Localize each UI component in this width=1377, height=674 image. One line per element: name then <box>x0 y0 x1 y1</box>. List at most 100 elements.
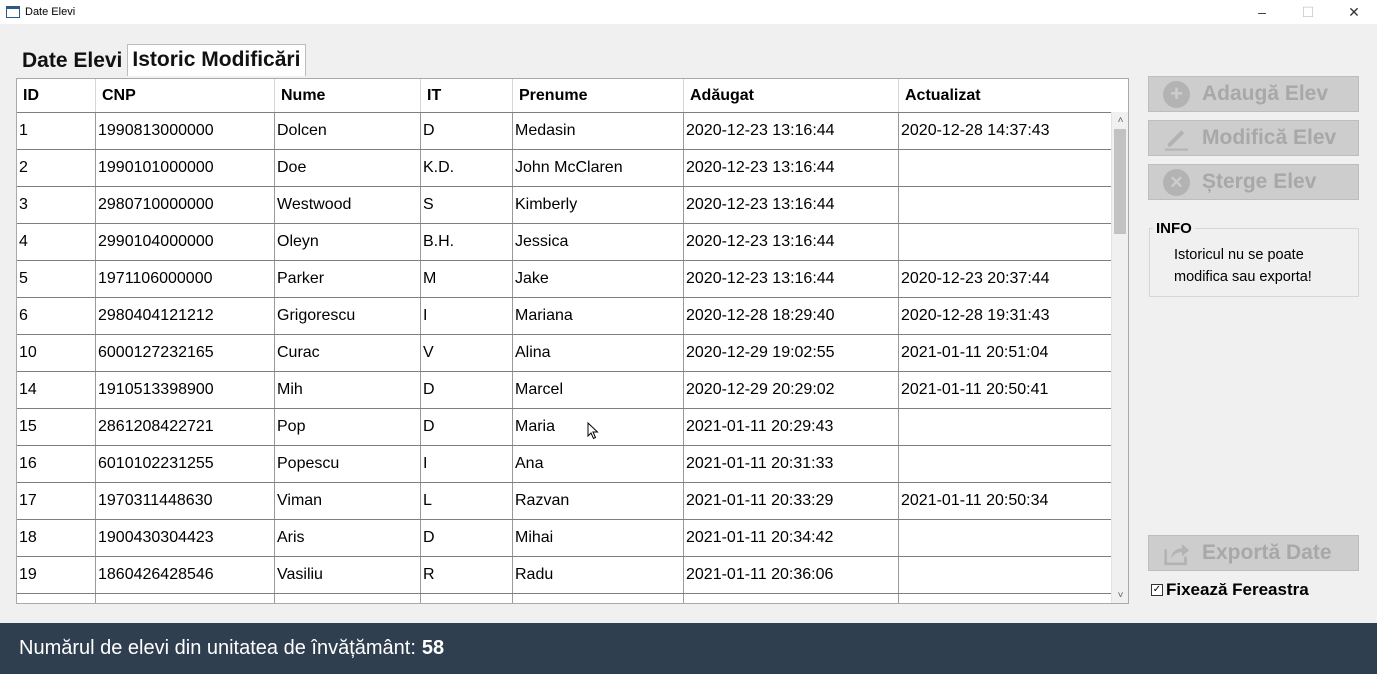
plus-circle-icon: + <box>1163 80 1190 108</box>
window-title: Date Elevi <box>25 6 76 18</box>
column-header-actualizat[interactable]: Actualizat <box>899 79 1111 112</box>
info-title: INFO <box>1153 220 1195 237</box>
cell-id: 17 <box>17 483 96 519</box>
table-grid: ID CNP Nume IT Prenume Adăugat Actualizat 1 199… <box>17 79 1111 603</box>
delete-student-label: Șterge Elev <box>1202 170 1317 193</box>
scroll-down-icon[interactable]: ˅ <box>1112 587 1128 603</box>
table-row[interactable]: 10 6000127232165 Curac V Alina 2020-12-29 19:… <box>17 334 1111 371</box>
table-row[interactable]: 14 1910513398900 Mih D Marcel 2020-12-29 20:2… <box>17 371 1111 408</box>
cell-adaugat: 2020-12-23 13:16:44 <box>684 261 899 297</box>
cell-prenume: Jake <box>513 261 684 297</box>
column-header-nume[interactable]: Nume <box>275 79 421 112</box>
add-student-label: Adaugă Elev <box>1202 82 1329 105</box>
cell-adaugat: 2020-12-23 13:16:44 <box>684 224 899 260</box>
cell-actualizat: 2020-12-23 20:37:44 <box>901 270 1050 287</box>
cell-nume: Dolcen <box>275 113 421 149</box>
cell-nume: Parker <box>275 261 421 297</box>
pin-window-checkbox[interactable]: ✓ Fixează Fereastra <box>1151 580 1309 600</box>
cell-id: 4 <box>17 224 96 260</box>
cell-prenume: Alina <box>513 335 684 371</box>
cell-actualizat: 2021-01-11 20:50:41 <box>901 381 1049 398</box>
window-app-icon <box>6 6 20 18</box>
checkbox-check-icon[interactable]: ✓ <box>1151 584 1163 596</box>
table-row[interactable]: 5 1971106000000 Parker M Jake 2020-12-23 13:1… <box>17 260 1111 297</box>
cell-id: 16 <box>17 446 96 482</box>
history-table: ID CNP Nume IT Prenume Adăugat Actualizat 1 199… <box>16 78 1129 604</box>
table-row[interactable]: 4 2990104000000 Oleyn B.H. Jessica 2020-12-23… <box>17 223 1111 260</box>
close-button[interactable]: ✕ <box>1331 0 1377 24</box>
table-row[interactable]: 18 1900430304423 Aris D Mihai 2021-01-11 20:3… <box>17 519 1111 556</box>
table-row[interactable]: 1 1990813000000 Dolcen D Medasin 2020-12-23 1… <box>17 112 1111 149</box>
cell-it: D <box>421 520 513 556</box>
cell-adaugat: 2020-12-23 13:16:44 <box>684 113 899 149</box>
scroll-thumb[interactable] <box>1114 129 1126 234</box>
table-row[interactable]: 3 2980710000000 Westwood S Kimberly 2020-12-2… <box>17 186 1111 223</box>
edit-student-button[interactable]: Modifică Elev <box>1148 120 1359 156</box>
cell-adaugat: 2020-12-23 13:16:44 <box>684 150 899 186</box>
table-row[interactable]: 19 1860426428546 Vasiliu R Radu 2021-01-11 20… <box>17 556 1111 593</box>
x-circle-icon: ✕ <box>1163 168 1190 196</box>
student-count-label: Numărul de elevi din unitatea de învățăm… <box>19 637 416 659</box>
cell-actualizat <box>899 520 1111 556</box>
vertical-scrollbar[interactable]: ˄ ˅ <box>1111 112 1128 603</box>
cell-id: 6 <box>17 298 96 334</box>
add-student-button[interactable]: + Adaugă Elev <box>1148 76 1359 112</box>
column-header-it[interactable]: IT <box>421 79 513 112</box>
cell-prenume: Mariana <box>513 298 684 334</box>
cell-id: 14 <box>17 372 96 408</box>
table-row[interactable] <box>17 593 1111 603</box>
cell-adaugat: 2020-12-29 19:02:55 <box>684 335 899 371</box>
column-header-id[interactable]: ID <box>17 79 96 112</box>
edit-student-label: Modifică Elev <box>1202 126 1337 149</box>
tab-istoric-modificari[interactable]: Istoric Modificări <box>127 44 307 76</box>
table-row[interactable]: 15 2861208422721 Pop D Maria 2021-01-11 20:29… <box>17 408 1111 445</box>
column-header-cnp[interactable]: CNP <box>96 79 275 112</box>
cell-prenume: Razvan <box>513 483 684 519</box>
table-row[interactable]: 6 2980404121212 Grigorescu I Mariana 2020-12-… <box>17 297 1111 334</box>
cell-cnp: 6000127232165 <box>96 335 275 371</box>
mouse-cursor-icon <box>587 422 599 440</box>
cell-nume: Grigorescu <box>275 298 421 334</box>
title-bar: Date Elevi – ☐ ✕ <box>0 0 1377 24</box>
column-header-prenume[interactable]: Prenume <box>513 79 684 112</box>
cell-cnp: 1860426428546 <box>96 557 275 593</box>
cell-nume: Popescu <box>275 446 421 482</box>
cell-actualizat: 2020-12-28 19:31:43 <box>901 307 1050 324</box>
delete-student-button[interactable]: ✕ Șterge Elev <box>1148 164 1359 200</box>
table-row[interactable]: 17 1970311448630 Viman L Razvan 2021-01-11 20… <box>17 482 1111 519</box>
cell-cnp: 6010102231255 <box>96 446 275 482</box>
cell-actualizat <box>899 446 1111 482</box>
cell-prenume: Jessica <box>513 224 684 260</box>
cell-adaugat: 2021-01-11 20:34:42 <box>684 520 899 556</box>
table-header-row: ID CNP Nume IT Prenume Adăugat Actualizat <box>17 79 1111 112</box>
cell-actualizat <box>899 594 1111 603</box>
export-data-button[interactable]: Exportă Date <box>1148 535 1359 571</box>
scroll-up-icon[interactable]: ˄ <box>1112 112 1128 129</box>
cell-cnp: 1900430304423 <box>96 520 275 556</box>
cell-it: R <box>421 557 513 593</box>
cell-id: 2 <box>17 150 96 186</box>
cell-it: V <box>421 335 513 371</box>
cell-id: 18 <box>17 520 96 556</box>
cell-prenume: Mihai <box>513 520 684 556</box>
status-bar: Numărul de elevi din unitatea de învățăm… <box>0 623 1377 674</box>
cell-actualizat <box>899 187 1111 223</box>
cell-id: 1 <box>17 113 96 149</box>
column-header-adaugat[interactable]: Adăugat <box>684 79 899 112</box>
cell-adaugat: 2021-01-11 20:31:33 <box>684 446 899 482</box>
tab-date-elevi[interactable]: Date Elevi <box>16 47 127 76</box>
cell-adaugat: 2020-12-23 13:16:44 <box>684 187 899 223</box>
table-row[interactable]: 16 6010102231255 Popescu I Ana 2021-01-11 20:… <box>17 445 1111 482</box>
cell-actualizat <box>899 224 1111 260</box>
cell-it: I <box>421 446 513 482</box>
minimize-button[interactable]: – <box>1239 0 1285 24</box>
maximize-button[interactable]: ☐ <box>1285 0 1331 24</box>
cell-actualizat <box>899 409 1111 445</box>
cell-it: B.H. <box>421 224 513 260</box>
cell-it: L <box>421 483 513 519</box>
cell-nume: Westwood <box>275 187 421 223</box>
table-row[interactable]: 2 1990101000000 Doe K.D. John McClaren 2020-1… <box>17 149 1111 186</box>
cell-cnp: 1970311448630 <box>96 483 275 519</box>
cell-nume: Viman <box>275 483 421 519</box>
cell-cnp: 2990104000000 <box>96 224 275 260</box>
